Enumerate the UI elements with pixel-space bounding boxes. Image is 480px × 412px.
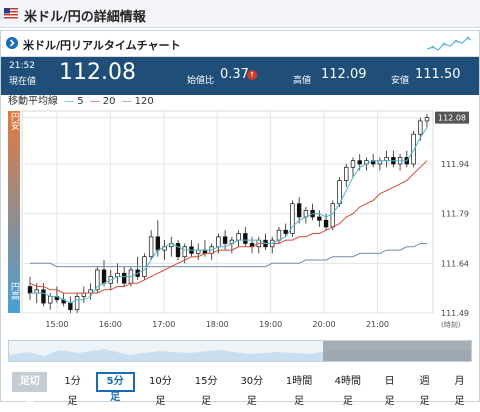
us-flag-icon: [4, 8, 18, 19]
price-chart[interactable]: 円安円高 112.08 111.94 111.79 111.64 111.49 15:00 1…: [8, 109, 472, 335]
x-tick-label-3: 18:00: [206, 320, 229, 329]
y-tick-label-2: 111.79: [441, 210, 469, 219]
high-value: 112.09: [321, 67, 367, 82]
range-window[interactable]: [323, 341, 471, 361]
legend-ma-short: 5: [77, 96, 84, 107]
y-tick-label-1: 111.94: [441, 160, 469, 169]
timeframe-button-4[interactable]: 30分足: [231, 372, 272, 407]
range-navigator-graph: [9, 341, 471, 361]
candle: [175, 243, 181, 258]
candle: [222, 236, 228, 244]
x-tick-label-0: 15:00: [45, 320, 68, 329]
candle: [101, 269, 107, 284]
candle: [81, 292, 87, 297]
candle: [424, 117, 430, 122]
low-label: 安値: [391, 76, 410, 86]
x-tick-label-6: 21:00: [366, 320, 389, 329]
y-tick-label-4: 111.49: [441, 309, 469, 318]
quote-time: 21:52: [9, 61, 35, 71]
candle: [47, 296, 53, 304]
sparkline-icon: [426, 36, 472, 51]
candle: [216, 236, 221, 248]
range-navigator[interactable]: [8, 340, 472, 362]
legend-ma-mid: 20: [102, 96, 116, 107]
candle: [41, 289, 46, 304]
x-tick-label-5: 20:00: [313, 320, 336, 329]
candle: [236, 233, 241, 241]
timeframe-button-1[interactable]: 5分足: [95, 372, 135, 403]
x-tick-label-2: 17:00: [152, 320, 175, 329]
chevron-right-icon: [6, 37, 18, 49]
current-price-tag-label: 112.08: [438, 114, 466, 123]
candle: [276, 229, 282, 241]
timeframe-button-5[interactable]: 1時間足: [277, 372, 321, 407]
candle: [296, 203, 302, 218]
yen-strong-label: 円高: [9, 282, 20, 301]
change-value: 0.37: [220, 67, 249, 82]
x-tick-label-1: 16:00: [99, 320, 122, 329]
current-price-label: 現在値: [9, 77, 37, 87]
timeframe-button-7[interactable]: 日足: [375, 372, 405, 407]
plot-frame: [21, 110, 434, 314]
y-tick-label-3: 111.64: [441, 259, 469, 268]
candle: [68, 302, 73, 311]
timeframe-buttons: 足切替 1分足 5分足 10分足 15分足 30分足 1時間足 4時間足 日足 週足 月足: [12, 372, 480, 407]
quote-bar: 21:52 現在値 112.08 始値比 0.37 ↑ 高値 112.09 安値…: [1, 57, 479, 95]
candle: [122, 272, 127, 284]
moving-average-legend: 移動平均線 —5 —20 —120: [8, 92, 157, 107]
legend-line-long: —: [121, 96, 132, 107]
candle: [283, 229, 288, 234]
legend-line-short: —: [64, 96, 75, 107]
current-price: 112.08: [59, 60, 136, 85]
candle: [27, 286, 33, 294]
widget-header: 米ドル/円リアルタイムチャート: [1, 31, 479, 57]
candle: [357, 160, 362, 165]
candle: [115, 272, 120, 277]
x-tick-label-4: 19:00: [259, 320, 282, 329]
candle: [323, 219, 329, 228]
candle: [182, 246, 187, 258]
page-header: 米ドル/円の詳細情報: [0, 0, 480, 28]
low-value: 111.50: [415, 67, 461, 82]
legend-title: 移動平均線: [8, 96, 58, 107]
x-axis-note: (時刻): [441, 320, 461, 329]
candle: [384, 157, 389, 162]
candle: [344, 166, 349, 181]
legend-line-mid: —: [89, 96, 100, 107]
candle: [155, 236, 161, 251]
candle: [317, 216, 322, 221]
yen-weak-label: 円安: [9, 112, 20, 131]
timeframe-button-8[interactable]: 週足: [410, 372, 440, 407]
change-label: 始値比: [187, 76, 215, 86]
candle: [418, 120, 423, 135]
timeframe-button-9[interactable]: 月足: [445, 372, 474, 407]
timeframe-button-2[interactable]: 10分足: [140, 372, 181, 407]
timeframe-button-3[interactable]: 15分足: [186, 372, 226, 407]
legend-ma-long: 120: [134, 96, 154, 107]
candle: [350, 160, 356, 168]
timeframe-button-0[interactable]: 1分足: [55, 372, 90, 407]
candle: [148, 236, 154, 258]
up-arrow-icon: ↑: [247, 70, 257, 80]
candle: [330, 203, 335, 228]
candle: [243, 233, 248, 244]
timeframe-switch-label: 足切替: [12, 372, 48, 407]
timeframe-button-6[interactable]: 4時間足: [326, 372, 370, 407]
page-title: 米ドル/円の詳細情報: [24, 10, 146, 25]
candle: [74, 296, 80, 311]
widget-title: 米ドル/円リアルタイムチャート: [23, 39, 181, 52]
high-label: 高値: [293, 76, 312, 86]
